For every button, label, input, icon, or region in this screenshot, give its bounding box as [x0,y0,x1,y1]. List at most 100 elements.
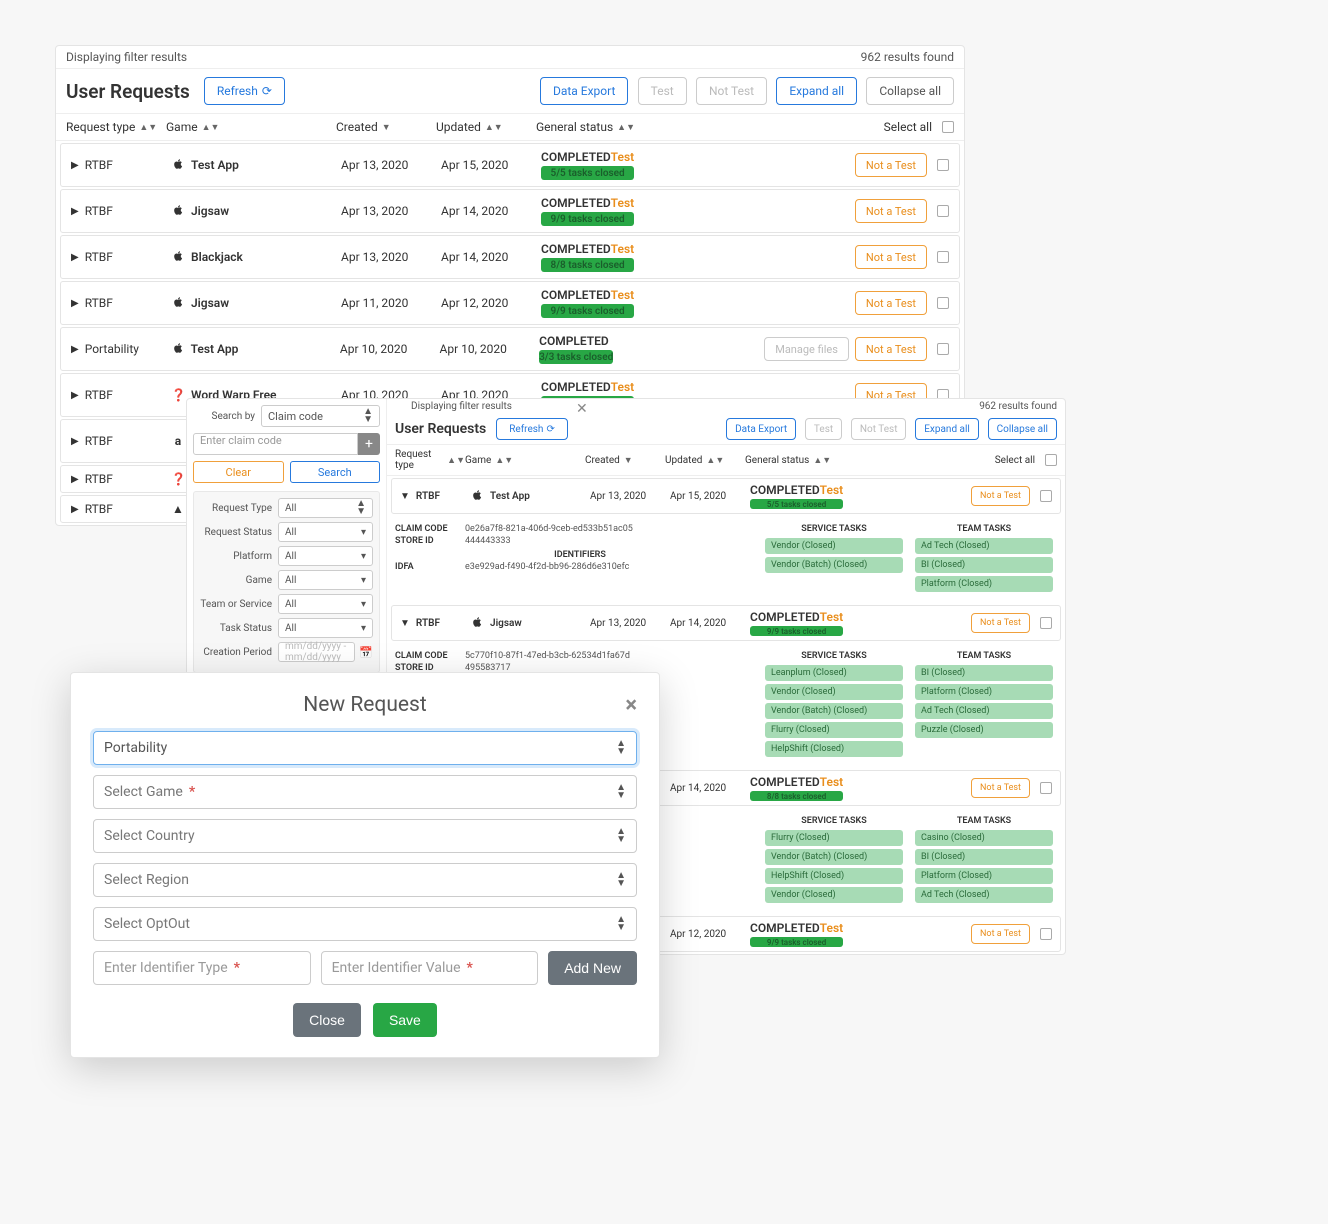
table-row[interactable]: ▶RTBF Blackjack Apr 13, 2020 Apr 14, 202… [60,235,960,279]
filter-platform[interactable]: All▾ [278,546,373,566]
identifier-type-input[interactable]: Enter Identifier Type* [93,951,311,985]
test-button[interactable]: Test [638,77,687,105]
add-new-button[interactable]: Add New [548,951,637,985]
service-tasks-header: SERVICE TASKS [765,816,903,826]
table-row[interactable]: ▼RTBF Test App Apr 13, 2020 Apr 15, 2020… [391,478,1061,514]
refresh-button[interactable]: Refresh ⟳ [204,77,285,105]
save-button[interactable]: Save [373,1003,437,1037]
required-icon: * [189,784,195,800]
select-game[interactable]: Select Game* ▲▼ [93,775,637,809]
col-created[interactable]: Created▼ [585,449,665,471]
expand-icon[interactable]: ▶ [71,474,79,485]
add-claim-button[interactable]: + [358,433,380,455]
not-a-test-button[interactable]: Not a Test [855,199,927,223]
expand-all-button[interactable]: Expand all [915,418,979,440]
refresh-button[interactable]: Refresh⟳ [496,418,568,440]
table-row[interactable]: ▶Portability Test App Apr 10, 2020 Apr 1… [60,327,960,371]
not-a-test-button[interactable]: Not a Test [855,153,927,177]
col-request-type[interactable]: Request type▲▼ [395,449,465,471]
not-a-test-button[interactable]: Not a Test [855,337,927,361]
not-a-test-button[interactable]: Not a Test [971,486,1030,506]
row-checkbox[interactable] [937,205,949,217]
question-icon: ❓ [171,472,185,486]
expand-icon[interactable]: ▶ [71,390,79,401]
col-game[interactable]: Game▲▼ [166,120,336,134]
filter-task-status[interactable]: All▾ [278,618,373,638]
row-checkbox[interactable] [1040,782,1052,794]
expand-icon[interactable]: ▶ [71,436,79,447]
not-a-test-button[interactable]: Not a Test [855,291,927,315]
manage-files-button[interactable]: Manage files [764,337,849,361]
status-label: COMPLETED [750,921,820,935]
status-label: COMPLETED [750,610,820,624]
row-checkbox[interactable] [1040,490,1052,502]
col-general-status[interactable]: General status▲▼ [536,120,756,134]
not-a-test-button[interactable]: Not a Test [971,778,1030,798]
row-checkbox[interactable] [1040,617,1052,629]
filter-game[interactable]: All▾ [278,570,373,590]
updated-date: Apr 14, 2020 [441,204,541,218]
close-icon[interactable]: × [625,693,637,718]
row-checkbox[interactable] [937,297,949,309]
clear-button[interactable]: Clear [193,461,284,483]
chevron-down-icon: ▾ [361,599,366,610]
select-all-checkbox[interactable] [1045,454,1057,466]
expand-icon[interactable]: ▶ [71,298,79,309]
expand-icon[interactable]: ▶ [71,206,79,217]
test-badge: Test [611,380,635,394]
filter-team-service[interactable]: All▾ [278,594,373,614]
calendar-icon[interactable]: 📅 [359,646,373,659]
game-name: Jigsaw [191,204,229,218]
status-label: COMPLETED [750,483,820,497]
collapse-icon[interactable]: ▼ [400,618,410,629]
filter-request-status[interactable]: All▾ [278,522,373,542]
request-type-select[interactable]: Portability▲▼ [93,731,637,765]
not-a-test-button[interactable]: Not a Test [971,613,1030,633]
progress-bar: 9/9 tasks closed [541,212,634,226]
test-button[interactable]: Test [805,418,842,440]
row-checkbox[interactable] [937,159,949,171]
chevron-down-icon: ▾ [361,551,366,562]
col-updated[interactable]: Updated▲▼ [436,120,536,134]
col-request-type[interactable]: Request type▲▼ [66,120,166,134]
expand-icon[interactable]: ▶ [71,504,79,515]
row-checkbox[interactable] [1040,928,1052,940]
col-general-status[interactable]: General status▲▼ [745,449,905,471]
table-row[interactable]: ▶RTBF Test App Apr 13, 2020 Apr 15, 2020… [60,143,960,187]
col-created[interactable]: Created▼ [336,120,436,134]
select-all-checkbox[interactable] [942,121,954,133]
col-updated[interactable]: Updated▲▼ [665,449,745,471]
not-test-button[interactable]: Not Test [851,418,907,440]
filter-request-type[interactable]: All▲▼ [278,498,373,518]
expand-icon[interactable]: ▶ [71,160,79,171]
close-icon[interactable]: ✕ [576,401,588,417]
table-row[interactable]: ▶RTBF Jigsaw Apr 13, 2020 Apr 14, 2020 C… [60,189,960,233]
collapse-all-button[interactable]: Collapse all [988,418,1057,440]
close-button[interactable]: Close [293,1003,361,1037]
search-by-select[interactable]: Claim code▲▼ [261,405,380,427]
not-a-test-button[interactable]: Not a Test [855,245,927,269]
search-button[interactable]: Search [290,461,381,483]
collapse-icon[interactable]: ▼ [400,491,410,502]
not-a-test-button[interactable]: Not a Test [971,924,1030,944]
select-country[interactable]: Select Country▲▼ [93,819,637,853]
data-export-button[interactable]: Data Export [540,77,628,105]
select-region[interactable]: Select Region▲▼ [93,863,637,897]
team-tasks-header: TEAM TASKS [915,651,1053,661]
service-task-chip: Leanplum (Closed) [765,665,903,681]
data-export-button[interactable]: Data Export [726,418,796,440]
not-test-button[interactable]: Not Test [696,77,767,105]
row-checkbox[interactable] [937,251,949,263]
filter-creation-period[interactable]: mm/dd/yyyy - mm/dd/yyyy [278,642,355,662]
expand-icon[interactable]: ▶ [71,252,79,263]
collapse-all-button[interactable]: Collapse all [866,77,954,105]
identifier-value-input[interactable]: Enter Identifier Value* [321,951,539,985]
row-checkbox[interactable] [937,343,949,355]
expand-all-button[interactable]: Expand all [776,77,857,105]
select-optout[interactable]: Select OptOut▲▼ [93,907,637,941]
table-row[interactable]: ▼RTBF Jigsaw Apr 13, 2020 Apr 14, 2020 C… [391,605,1061,641]
col-game[interactable]: Game▲▼ [465,449,585,471]
expand-icon[interactable]: ▶ [71,344,79,355]
table-row[interactable]: ▶RTBF Jigsaw Apr 11, 2020 Apr 12, 2020 C… [60,281,960,325]
claim-code-input[interactable]: Enter claim code [193,433,358,455]
